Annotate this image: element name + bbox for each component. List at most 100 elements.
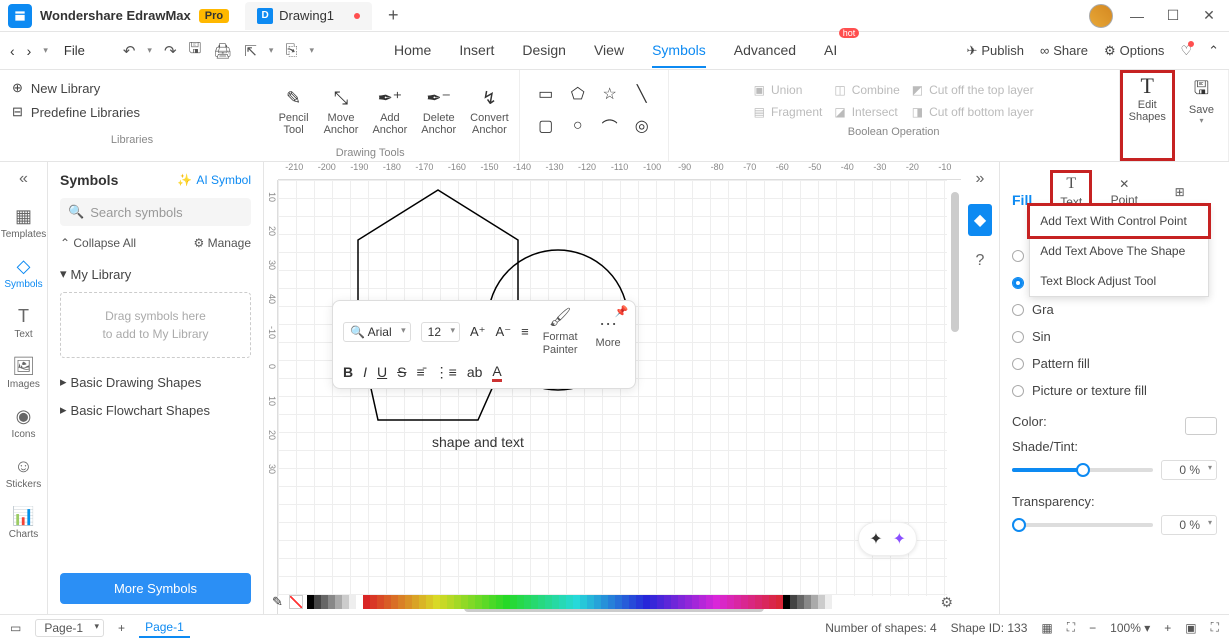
color-swatch[interactable] xyxy=(741,595,748,609)
color-swatch[interactable] xyxy=(580,595,587,609)
color-swatch[interactable] xyxy=(496,595,503,609)
convert-anchor-tool[interactable]: ↯ConvertAnchor xyxy=(464,76,515,147)
fill-panel-tab[interactable]: ◆ xyxy=(968,204,992,236)
combine-op[interactable]: ◫ Combine xyxy=(832,80,901,100)
color-swatch[interactable] xyxy=(384,595,391,609)
nav-back-button[interactable]: ‹ xyxy=(10,43,15,59)
dd-text-block-adjust[interactable]: Text Block Adjust Tool xyxy=(1030,266,1208,296)
color-swatch[interactable] xyxy=(657,595,664,609)
color-swatch[interactable] xyxy=(832,595,839,609)
color-swatch[interactable] xyxy=(426,595,433,609)
fill-singlefill-option[interactable]: Sin xyxy=(1012,323,1217,350)
rail-icons[interactable]: ◉Icons xyxy=(4,400,44,446)
page-selector[interactable]: Page-1 xyxy=(35,619,104,637)
color-swatch[interactable] xyxy=(783,595,790,609)
move-anchor-tool[interactable]: ⤡MoveAnchor xyxy=(318,76,365,147)
options-button[interactable]: ⚙Options xyxy=(1104,43,1164,59)
menu-design[interactable]: Design xyxy=(522,34,566,68)
color-swatch[interactable] xyxy=(720,595,727,609)
zoom-level[interactable]: 100% ▾ xyxy=(1110,621,1150,635)
color-swatch[interactable] xyxy=(363,595,370,609)
expand-right-button[interactable]: » xyxy=(976,170,985,188)
rect-shape[interactable]: ▭ xyxy=(532,80,560,108)
undo-button[interactable]: ↶ xyxy=(123,42,136,60)
ai-symbol-button[interactable]: ✨ AI Symbol xyxy=(177,173,251,187)
color-swatch[interactable] xyxy=(342,595,349,609)
collapse-rail-button[interactable]: « xyxy=(19,170,28,188)
pencil-tool[interactable]: ✎PencilTool xyxy=(272,76,316,147)
color-swatch[interactable] xyxy=(552,595,559,609)
color-swatch[interactable] xyxy=(461,595,468,609)
case-button[interactable]: ab xyxy=(467,364,483,380)
color-swatch[interactable] xyxy=(713,595,720,609)
color-swatch[interactable] xyxy=(643,595,650,609)
menu-advanced[interactable]: Advanced xyxy=(734,34,796,68)
color-swatch[interactable] xyxy=(811,595,818,609)
no-color-swatch[interactable] xyxy=(289,595,303,609)
file-menu[interactable]: File xyxy=(64,43,85,58)
bold-button[interactable]: B xyxy=(343,364,353,380)
rail-charts[interactable]: 📊Charts xyxy=(4,500,44,546)
color-swatch[interactable] xyxy=(524,595,531,609)
basic-drawing-shapes[interactable]: ▸ Basic Drawing Shapes xyxy=(60,368,251,396)
strike-button[interactable]: S xyxy=(397,364,406,380)
zoom-out-button[interactable]: − xyxy=(1089,621,1096,635)
print-button[interactable]: 🖨 xyxy=(213,42,232,60)
document-tab[interactable]: D Drawing1 xyxy=(245,2,372,30)
arc-shape[interactable]: ⌒ xyxy=(596,112,624,140)
close-button[interactable]: ✕ xyxy=(1197,7,1221,24)
color-swatch[interactable] xyxy=(825,595,832,609)
star-shape[interactable]: ☆ xyxy=(596,80,624,108)
notifications-button[interactable]: ♡ xyxy=(1180,43,1192,59)
spiral-shape[interactable]: ◎ xyxy=(628,112,656,140)
drop-zone[interactable]: Drag symbols here to add to My Library xyxy=(60,292,251,358)
color-swatch[interactable] xyxy=(559,595,566,609)
color-swatch[interactable] xyxy=(328,595,335,609)
page-tab[interactable]: Page-1 xyxy=(139,618,190,638)
add-tab-button[interactable]: + xyxy=(380,5,407,26)
color-swatch[interactable] xyxy=(769,595,776,609)
menu-view[interactable]: View xyxy=(594,34,624,68)
color-swatch[interactable] xyxy=(573,595,580,609)
cutoff-top-op[interactable]: ◩ Cut off the top layer xyxy=(910,80,1036,100)
fragment-op[interactable]: ▤ Fragment xyxy=(752,102,825,122)
rail-text[interactable]: TText xyxy=(4,300,44,346)
save-button[interactable]: 🖫 Save ▾ xyxy=(1179,76,1224,129)
font-color-button[interactable]: A xyxy=(492,363,501,382)
color-swatch[interactable] xyxy=(370,595,377,609)
collapse-ribbon-button[interactable]: ⌃ xyxy=(1208,43,1219,59)
menu-home[interactable]: Home xyxy=(394,34,431,68)
color-swatch[interactable] xyxy=(622,595,629,609)
ai-sparkle-button[interactable]: ✦ xyxy=(893,529,906,549)
share-button[interactable]: ∞Share xyxy=(1040,43,1088,58)
underline-button[interactable]: U xyxy=(377,364,387,380)
color-swatch[interactable] xyxy=(433,595,440,609)
pages-icon[interactable]: ▭ xyxy=(10,621,21,635)
shade-value[interactable]: 0 % xyxy=(1161,460,1217,480)
color-swatch[interactable] xyxy=(307,595,314,609)
pentagon-shape[interactable]: ⬠ xyxy=(564,80,592,108)
color-swatch[interactable] xyxy=(440,595,447,609)
pin-icon[interactable]: 📌 xyxy=(615,305,629,318)
color-swatch[interactable] xyxy=(412,595,419,609)
color-swatch[interactable] xyxy=(391,595,398,609)
color-swatch[interactable] xyxy=(538,595,545,609)
color-swatch[interactable] xyxy=(762,595,769,609)
add-anchor-tool[interactable]: ✒⁺AddAnchor xyxy=(366,76,413,147)
shape-text-label[interactable]: shape and text xyxy=(432,434,524,450)
color-swatch[interactable] xyxy=(587,595,594,609)
bullets-button[interactable]: ⋮≡ xyxy=(435,364,457,381)
color-swatch[interactable] xyxy=(748,595,755,609)
nav-forward-button[interactable]: › xyxy=(27,43,32,59)
line-spacing-button[interactable]: ≡̄ xyxy=(416,364,424,380)
color-swatch[interactable] xyxy=(314,595,321,609)
menu-symbols[interactable]: Symbols xyxy=(652,34,706,68)
fill-gradient-option[interactable]: Gra xyxy=(1012,296,1217,323)
intersect-op[interactable]: ◪ Intersect xyxy=(832,102,901,122)
more-symbols-button[interactable]: More Symbols xyxy=(60,573,251,604)
color-picker[interactable] xyxy=(1185,417,1217,435)
font-size-select[interactable]: 12 xyxy=(421,322,460,342)
my-library-item[interactable]: ▾ My Library xyxy=(60,260,251,288)
delete-anchor-tool[interactable]: ✒⁻DeleteAnchor xyxy=(415,76,462,147)
color-swatch[interactable] xyxy=(594,595,601,609)
